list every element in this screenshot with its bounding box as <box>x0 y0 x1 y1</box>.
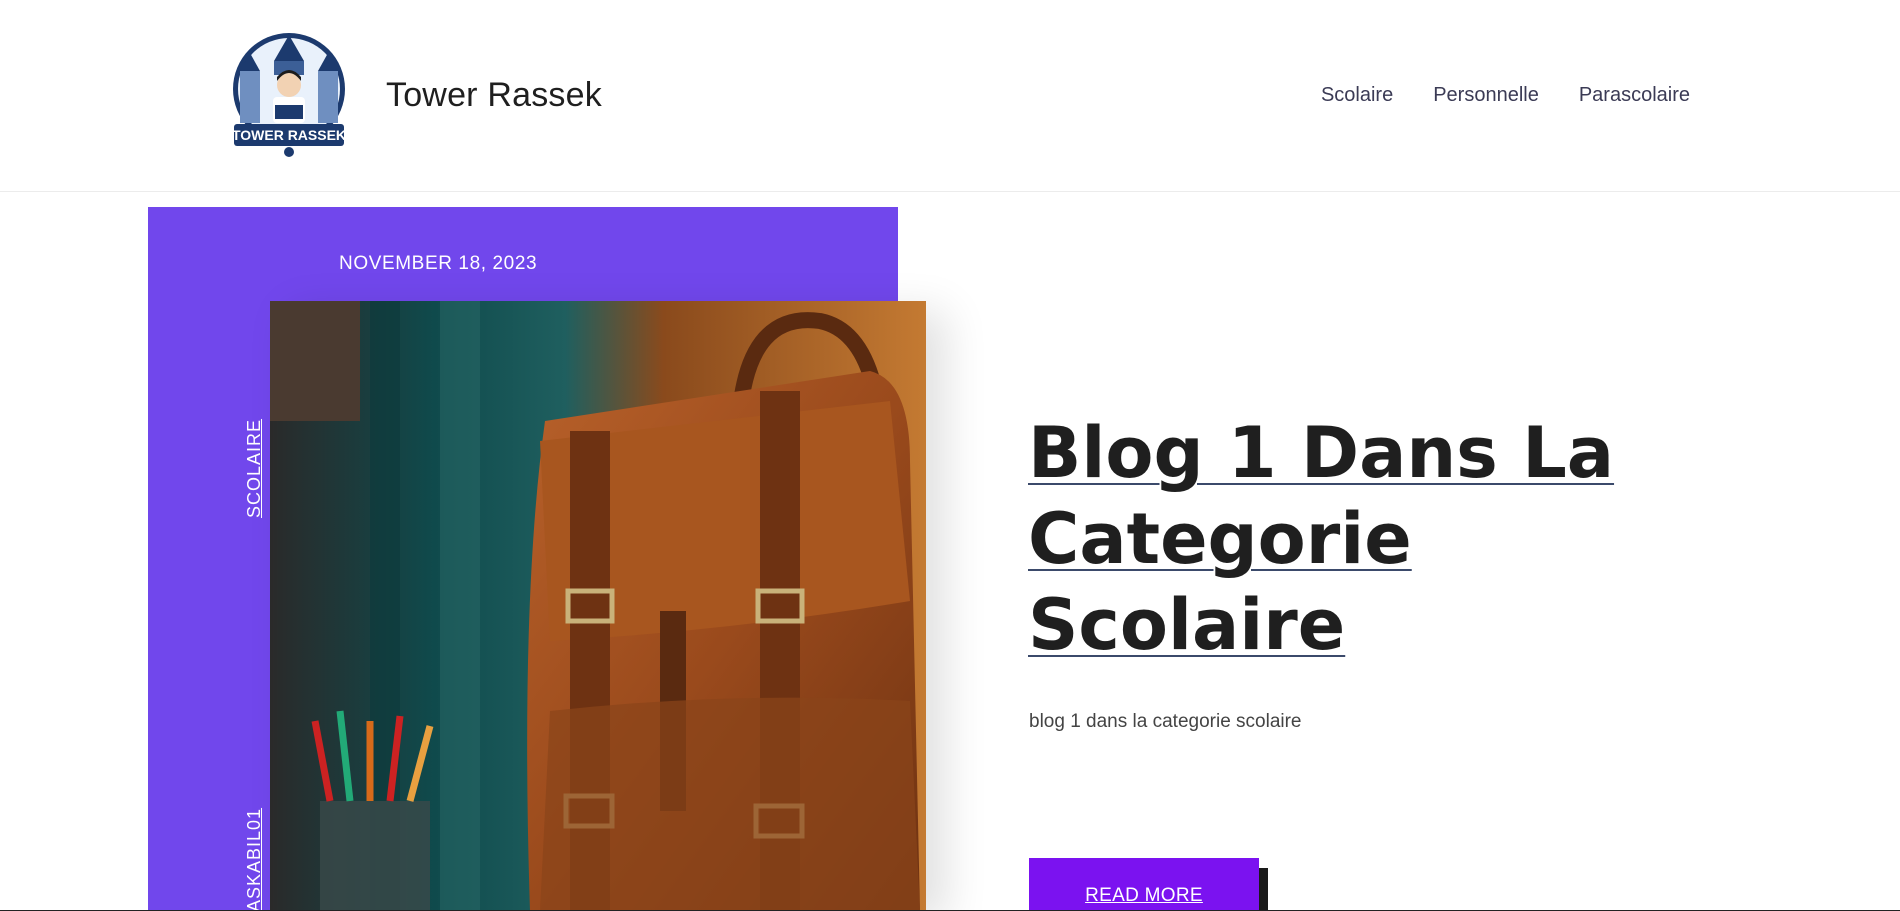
nav-item-personnelle[interactable]: Personnelle <box>1433 84 1539 107</box>
site-logo[interactable]: TOWER RASSEK <box>230 31 348 159</box>
post-excerpt: blog 1 dans la categorie scolaire <box>1029 711 1302 732</box>
read-more-button[interactable]: READ MORE <box>1029 858 1259 911</box>
backpack-image <box>270 301 926 911</box>
logo-wordmark: TOWER RASSEK <box>232 127 346 143</box>
nav-item-scolaire[interactable]: Scolaire <box>1321 84 1393 107</box>
post-author-link[interactable]: ASKABIL01 <box>244 808 265 911</box>
site-title[interactable]: Tower Rassek <box>386 76 602 115</box>
post-title-link[interactable]: Blog 1 Dans La Categorie Scolaire <box>1028 412 1614 666</box>
site-header: TOWER RASSEK Tower Rassek Scolaire Perso… <box>0 0 1900 192</box>
post-date: NOVEMBER 18, 2023 <box>339 253 538 274</box>
post-category-link[interactable]: SCOLAIRE <box>244 419 265 518</box>
post-title: Blog 1 Dans La Categorie Scolaire <box>1028 410 1688 668</box>
nav-item-parascolaire[interactable]: Parascolaire <box>1579 84 1690 107</box>
post-featured-image[interactable] <box>270 301 926 911</box>
main-nav: Scolaire Personnelle Parascolaire <box>1321 84 1690 107</box>
